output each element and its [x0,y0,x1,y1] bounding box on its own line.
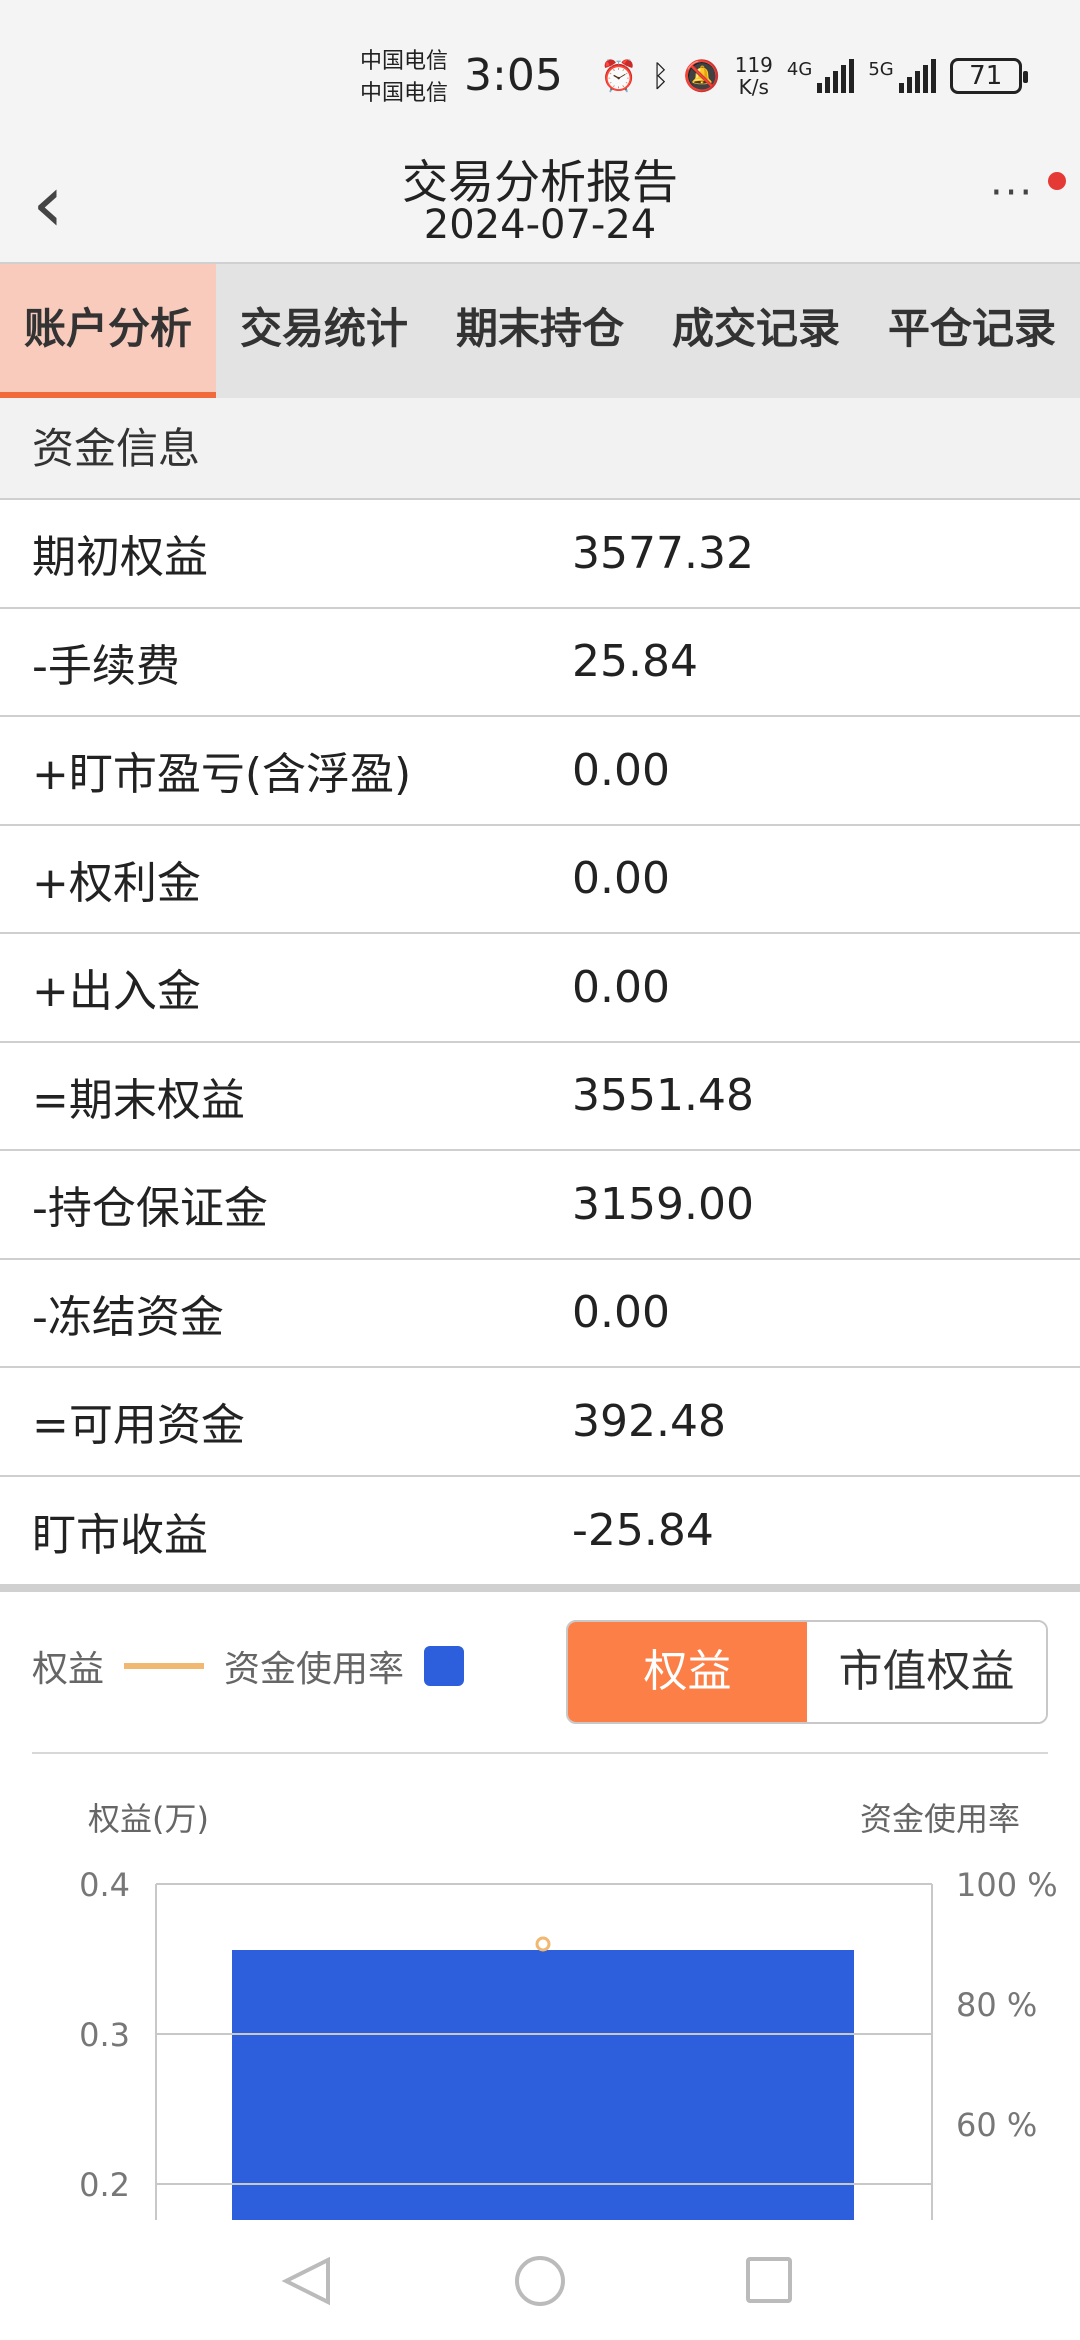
equity-point [535,1936,551,1952]
table-row: =可用资金 392.48 [0,1368,1080,1477]
table-row: +盯市盈亏(含浮盈) 0.00 [0,717,1080,826]
toggle-equity-button[interactable]: 权益 [568,1622,807,1722]
status-icons: ⏰ ᛒ 🔕 119 K/s 4G 5G 71 [600,53,1028,99]
row-label: +出入金 [32,966,201,1018]
row-value: 0.00 [572,853,670,905]
row-label: -持仓保证金 [32,1183,268,1235]
y2-tick-label: 100 % [956,1866,1058,1904]
row-value: 392.48 [572,1395,726,1447]
table-row: -手续费 25.84 [0,609,1080,717]
toggle-market-equity-button[interactable]: 市值权益 [807,1622,1046,1722]
legend-equity-label: 权益 [32,1649,105,1690]
y-axis-title: 权益(万) [88,1800,209,1838]
home-circle-icon[interactable] [515,2256,565,2306]
legend-equity-swatch [124,1663,205,1669]
alarm-icon: ⏰ [600,58,638,94]
tab-fill-records[interactable]: 成交记录 [648,264,864,398]
legend-usage-label: 资金使用率 [224,1649,405,1690]
row-value: 3551.48 [572,1070,754,1122]
fund-table: 期初权益 3577.32 -手续费 25.84 +盯市盈亏(含浮盈) 0.00 +权利… [0,500,1080,1585]
y2-tick-label: 80 % [956,1986,1037,2024]
chart-svg: 权益(万) 资金使用率 0.4 0.3 0.2 100 % 80 % 60 % [79,1800,1058,2220]
report-date: 2024-07-24 [423,202,657,248]
row-label: +盯市盈亏(含浮盈) [32,749,412,801]
y-tick-label: 0.2 [79,2166,130,2204]
report-tabs: 账户分析 交易统计 期末持仓 成交记录 平仓记录 [0,262,1080,398]
tab-trade-statistics[interactable]: 交易统计 [216,264,432,398]
row-label: =可用资金 [32,1400,245,1452]
legend-usage-swatch [424,1646,465,1686]
carrier-labels: 中国电信 中国电信 [360,46,448,110]
row-value: 25.84 [572,636,698,688]
mute-icon: 🔕 [683,58,721,94]
table-row: 期初权益 3577.32 [0,500,1080,609]
net-speed: 119 K/s [734,53,773,99]
row-value: 0.00 [572,1287,670,1339]
clock: 3:05 [464,50,563,101]
row-value: 0.00 [572,744,670,796]
recents-square-icon[interactable] [746,2257,792,2303]
table-row: -持仓保证金 3159.00 [0,1151,1080,1260]
section-divider [0,1584,1080,1592]
table-row: 盯市收益 -25.84 [0,1477,1080,1586]
equity-chart: 权益(万) 资金使用率 0.4 0.3 0.2 100 % 80 % 60 % [0,1790,1080,2220]
row-value: 3577.32 [572,527,754,579]
signal-icon: 4G [787,59,855,93]
nav-icons [281,2256,792,2306]
row-label: 期初权益 [32,532,208,584]
y2-axis-title: 资金使用率 [860,1800,1020,1838]
usage-bar [232,1950,854,2220]
y2-tick-label: 60 % [956,2106,1037,2144]
battery-icon: 71 [949,58,1028,94]
carrier-1: 中国电信 [360,49,449,74]
status-bar: 中国电信 中国电信 3:05 ⏰ ᛒ 🔕 119 K/s 4G 5G 71 [0,0,1080,140]
row-value: 0.00 [572,961,670,1013]
tab-account-analysis[interactable]: 账户分析 [0,264,216,398]
table-row: =期末权益 3551.48 [0,1043,1080,1151]
carrier-2: 中国电信 [360,81,449,106]
system-nav-bar [0,2222,1080,2340]
row-value: -25.84 [572,1505,714,1557]
row-label: 盯市收益 [32,1509,208,1561]
app-header: ‹ 交易分析报告 2024-07-24 ··· [0,140,1080,262]
legend-divider [32,1752,1048,1754]
table-row: -冻结资金 0.00 [0,1260,1080,1368]
more-options-icon[interactable]: ··· [990,170,1034,216]
row-value: 3159.00 [572,1178,754,1230]
table-row: +出入金 0.00 [0,934,1080,1043]
row-label: =期末权益 [32,1074,245,1126]
tab-ending-positions[interactable]: 期末持仓 [432,264,648,398]
y-tick-label: 0.3 [79,2016,130,2054]
section-title: 资金信息 [0,398,1080,500]
bluetooth-icon: ᛒ [651,58,670,94]
row-label: -手续费 [32,640,180,692]
row-label: -冻结资金 [32,1291,224,1343]
chart-legend: 权益 资金使用率 [32,1640,465,1692]
signal-icon: 5G [868,59,936,93]
tab-close-records[interactable]: 平仓记录 [864,264,1080,398]
notification-dot [1048,172,1066,190]
table-row: +权利金 0.00 [0,826,1080,934]
row-label: +权利金 [32,857,201,909]
chart-mode-toggle: 权益 市值权益 [566,1620,1048,1724]
y-tick-label: 0.4 [79,1866,130,1904]
back-triangle-icon[interactable] [281,2256,330,2306]
